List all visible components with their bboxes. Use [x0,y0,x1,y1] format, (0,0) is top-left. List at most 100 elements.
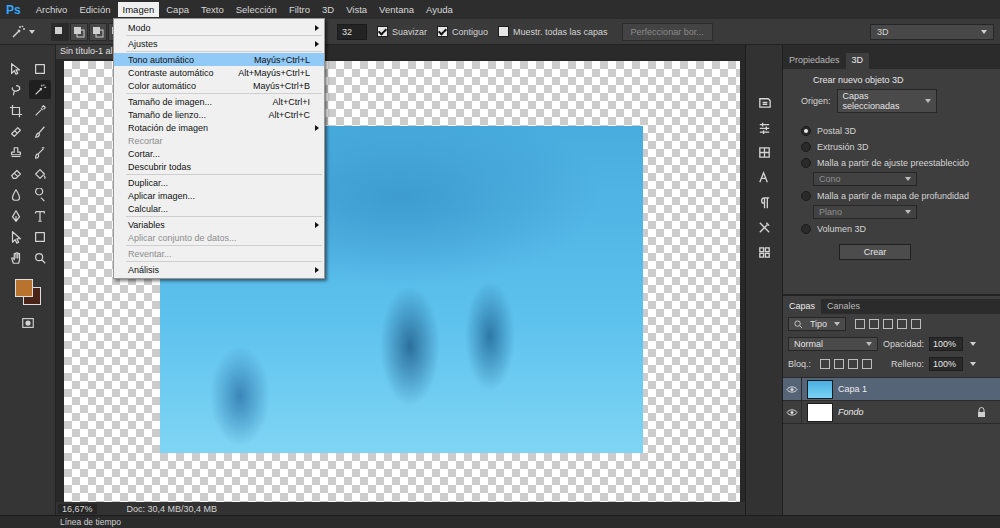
type-filter-icon[interactable] [883,319,893,329]
menu-item[interactable]: Tamaño de imagen...Alt+Ctrl+I [114,95,324,108]
panel-button[interactable] [754,193,774,211]
menu-item[interactable]: Tono automáticoMayús+Ctrl+L [114,53,324,66]
lock-all-icon[interactable] [862,359,872,369]
shape-filter-icon[interactable] [897,319,907,329]
tool-button[interactable] [29,122,51,141]
lock-position-icon[interactable] [848,359,858,369]
menu-item[interactable]: Contraste automáticoAlt+Mayús+Ctrl+L [114,66,324,79]
menu-item[interactable]: Cortar... [114,147,324,160]
menu-bar-item[interactable]: 3D [317,2,339,17]
menu-bar-item[interactable]: Selección [231,2,282,17]
opacity-field[interactable]: 100% [929,337,963,351]
selection-mode-button[interactable] [89,23,107,41]
selection-mode-button[interactable] [51,23,69,41]
panel-button[interactable] [754,243,774,261]
tool-button[interactable] [29,59,51,78]
tool-button[interactable] [29,101,51,120]
panel-button[interactable] [754,218,774,236]
fill-field[interactable]: 100% [929,357,963,371]
tool-button[interactable] [5,59,27,78]
menu-item[interactable]: Rotación de imagen [114,121,324,134]
blend-mode-dropdown[interactable]: Normal [788,337,878,351]
radio-option[interactable]: Extrusión 3D [801,140,990,153]
tool-button[interactable] [29,248,51,267]
workspace-dropdown[interactable]: 3D [870,24,994,40]
tool-preset-picker[interactable] [6,24,39,40]
option-checkbox[interactable]: Suavizar [377,26,427,37]
tool-button[interactable] [5,164,27,183]
smart-object-filter-icon[interactable] [911,319,921,329]
tool-button[interactable] [5,227,27,246]
selection-mode-button[interactable] [70,23,88,41]
zoom-level[interactable]: 16,67% [58,504,97,514]
menu-item[interactable]: Ajustes [114,37,324,50]
tolerance-field[interactable]: 32 [337,24,367,40]
tool-button[interactable] [5,185,27,204]
visibility-toggle[interactable] [783,401,802,423]
lock-pixels-icon[interactable] [834,359,844,369]
layer-row[interactable]: Capa 1 [783,378,1000,401]
menu-bar-item[interactable]: Ayuda [421,2,458,17]
layer-filter-dropdown[interactable]: Tipo [788,317,846,331]
tool-button[interactable] [29,80,51,99]
menu-item[interactable]: Color automáticoMayús+Ctrl+B [114,79,324,92]
menu-item[interactable]: Descubrir todas [114,160,324,173]
radio-option[interactable]: Postal 3D [801,124,990,137]
tool-button[interactable] [5,101,27,120]
menu-bar-item[interactable]: Ventana [374,2,419,17]
menu-item[interactable]: Aplicar conjunto de datos... [114,231,324,244]
pixel-filter-icon[interactable] [855,319,865,329]
layer-row[interactable]: Fondo [783,401,1000,424]
menu-bar-item[interactable]: Capa [161,2,194,17]
panel-button[interactable] [754,143,774,161]
option-checkbox[interactable]: Muestr. todas las capas [498,26,608,37]
menu-item[interactable]: Duplicar... [114,176,324,189]
tool-button[interactable] [5,143,27,162]
menu-item[interactable]: Recortar [114,134,324,147]
menu-bar-item[interactable]: Texto [196,2,229,17]
menu-item[interactable]: Variables [114,218,324,231]
timeline-panel-tab[interactable]: Línea de tiempo [0,515,1000,528]
visibility-toggle[interactable] [783,378,802,400]
panel-tab[interactable]: 3D [846,53,870,69]
create-button[interactable]: Crear [839,244,911,260]
tool-button[interactable] [5,248,27,267]
preset-dropdown[interactable]: Cono [813,172,917,186]
lock-transparency-icon[interactable] [820,359,830,369]
dropdown-arrow-icon[interactable] [970,342,976,346]
menu-item[interactable]: Reventar... [114,247,324,260]
quick-mask-button[interactable] [17,313,39,332]
radio-option[interactable]: Volumen 3D [801,222,990,235]
tool-button[interactable] [29,206,51,225]
menu-bar-item[interactable]: Filtro [284,2,315,17]
radio-option[interactable]: Malla a partir de ajuste preestablecido [801,156,990,169]
adjustment-filter-icon[interactable] [869,319,879,329]
tool-button[interactable] [5,206,27,225]
menu-bar-item[interactable]: Archivo [31,2,73,17]
menu-item[interactable]: Calcular... [114,202,324,215]
source-dropdown[interactable]: Capas seleccionadas [837,89,937,113]
tool-button[interactable] [5,122,27,141]
menu-bar-item[interactable]: Imagen [118,2,160,17]
menu-item[interactable]: Tamaño de lienzo...Alt+Ctrl+C [114,108,324,121]
tool-button[interactable] [29,227,51,246]
menu-item[interactable]: Aplicar imagen... [114,189,324,202]
foreground-color-swatch[interactable] [15,279,33,297]
tool-button[interactable] [29,143,51,162]
panel-button[interactable] [754,168,774,186]
menu-bar-item[interactable]: Edición [74,2,115,17]
menu-item[interactable]: Análisis [114,263,324,276]
panel-button[interactable] [754,93,774,111]
panel-tab[interactable]: Capas [783,299,821,314]
tool-button[interactable] [29,185,51,204]
radio-option[interactable]: Malla a partir de mapa de profundidad [801,189,990,202]
panel-tab[interactable]: Propiedades [783,53,846,69]
tool-button[interactable] [5,80,27,99]
preset-dropdown[interactable]: Plano [813,205,917,219]
app-logo[interactable]: Ps [4,3,29,17]
refine-edge-button[interactable]: Perfeccionar bor... [622,23,713,41]
menu-item[interactable]: Modo [114,21,324,34]
tool-button[interactable] [29,164,51,183]
dropdown-arrow-icon[interactable] [970,362,976,366]
panel-tab[interactable]: Canales [821,299,866,314]
